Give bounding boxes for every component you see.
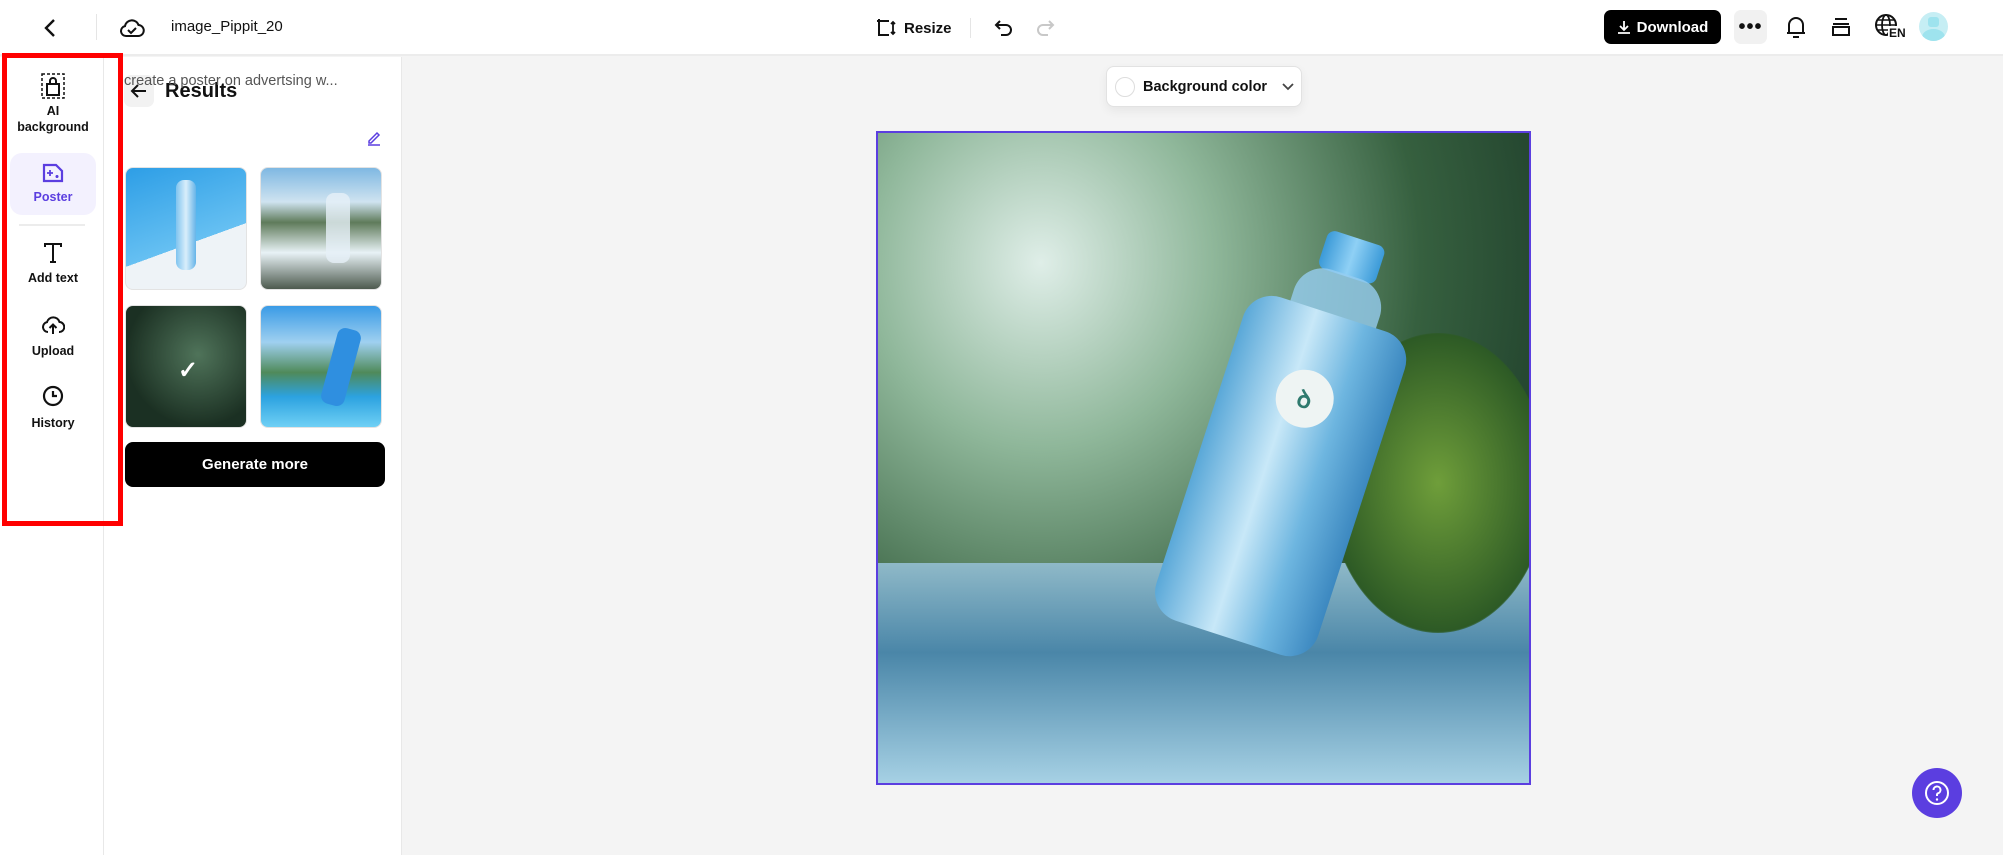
download-icon <box>1617 21 1630 34</box>
download-button[interactable]: Download <box>1604 10 1721 44</box>
result-thumbnail-selected[interactable]: ✓ <box>125 305 247 428</box>
sidebar-item-label: AI background <box>17 104 89 134</box>
undo-icon[interactable] <box>990 14 1018 42</box>
resize-icon <box>877 19 896 36</box>
poster-icon <box>42 163 64 183</box>
more-options-button[interactable]: ••• <box>1734 10 1767 44</box>
avatar[interactable] <box>1919 12 1948 41</box>
color-swatch <box>1115 76 1135 97</box>
canvas-image[interactable]: ꝺ <box>876 131 1531 785</box>
sidebar-item-upload[interactable]: Upload <box>10 315 96 371</box>
back-icon[interactable] <box>36 14 64 42</box>
help-button[interactable] <box>1912 768 1962 818</box>
chevron-down-icon <box>1282 82 1294 90</box>
ai-background-icon <box>41 73 65 99</box>
divider <box>970 18 971 38</box>
document-title[interactable]: image_Pippit_20 <box>171 18 283 35</box>
layers-icon[interactable] <box>1827 13 1855 41</box>
sidebar-item-history[interactable]: History <box>10 385 96 441</box>
sidebar-item-ai-background[interactable]: AI background <box>10 73 96 143</box>
edit-prompt-icon[interactable] <box>363 127 385 149</box>
sidebar-item-add-text[interactable]: Add text <box>10 242 96 298</box>
generate-more-button[interactable]: Generate more <box>125 442 385 487</box>
redo-icon[interactable] <box>1031 14 1059 42</box>
results-panel: Results create a poster on advertsing w.… <box>104 57 402 855</box>
upload-cloud-icon <box>42 316 65 334</box>
resize-button[interactable]: Resize <box>876 14 952 42</box>
language-button[interactable]: EN <box>1874 11 1908 43</box>
download-label: Download <box>1636 18 1709 36</box>
divider <box>19 224 85 226</box>
sidebar-item-label: Poster <box>33 190 73 204</box>
prompt-text: create a poster on advertsing w... <box>124 73 338 89</box>
tool-sidebar: AI background Poster Add text Upload His… <box>0 57 104 855</box>
sidebar-item-label: History <box>31 416 75 430</box>
result-thumbnail[interactable] <box>260 167 382 290</box>
sidebar-item-label: Upload <box>31 344 75 358</box>
divider <box>96 14 97 40</box>
more-icon: ••• <box>1738 15 1763 38</box>
text-icon <box>44 243 62 263</box>
check-icon: ✓ <box>178 357 199 384</box>
help-icon <box>1925 781 1949 805</box>
cloud-saved-icon[interactable] <box>118 14 146 42</box>
resize-label: Resize <box>904 19 952 37</box>
result-thumbnail[interactable] <box>260 305 382 428</box>
sidebar-item-label: Add text <box>28 271 78 285</box>
background-color-dropdown[interactable]: Background color <box>1106 66 1302 107</box>
language-code: EN <box>1888 26 1906 40</box>
clock-icon <box>42 385 64 407</box>
top-bar: image_Pippit_20 Resize Download ••• EN <box>0 0 2003 56</box>
bell-icon[interactable] <box>1782 13 1810 41</box>
background-color-label: Background color <box>1143 78 1268 95</box>
result-thumbnail[interactable] <box>125 167 247 290</box>
sidebar-item-poster[interactable]: Poster <box>10 153 96 215</box>
